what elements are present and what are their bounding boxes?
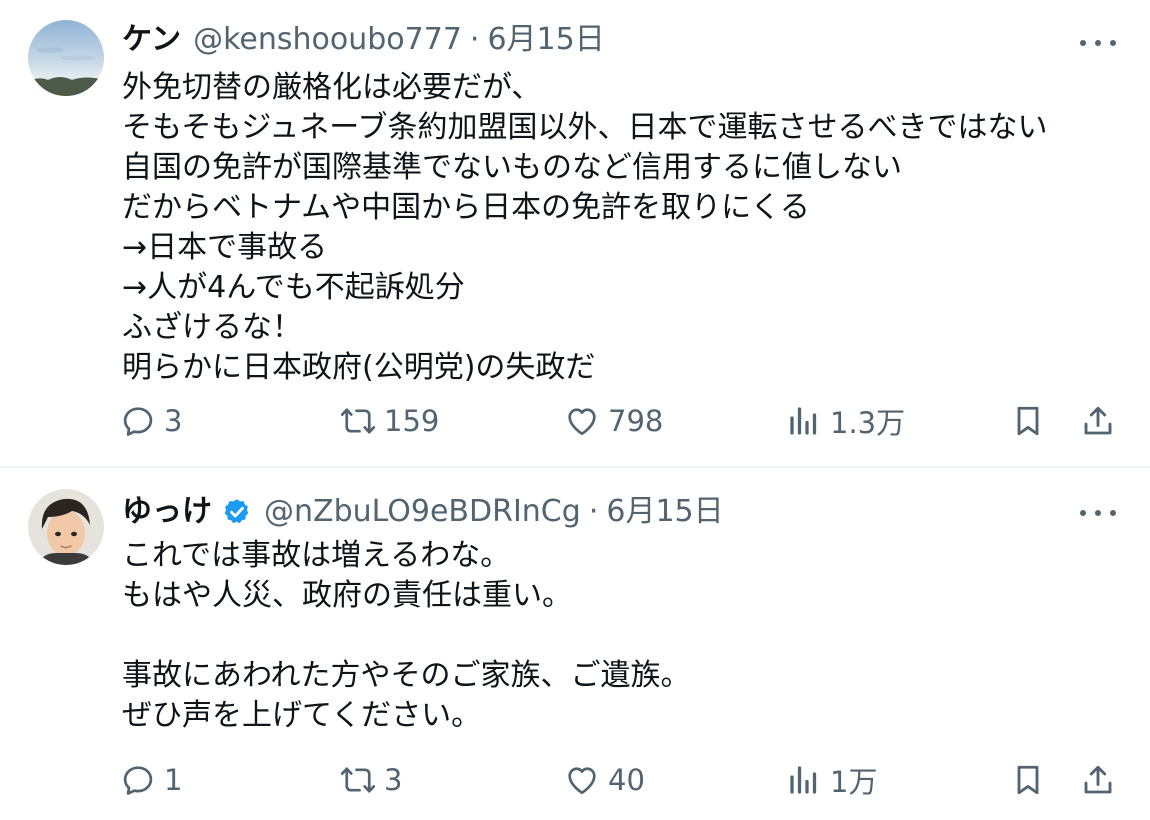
reply-icon — [123, 766, 153, 795]
post-text: これでは事故は増えるわな。 もはや人災、政府の責任は重い。 事故にあわれた方やそ… — [122, 536, 1132, 736]
post-text-line: ぜひ声を上げてください。 — [122, 698, 482, 733]
post-date[interactable]: 6月15日 — [606, 492, 723, 532]
share-button[interactable] — [1080, 399, 1116, 443]
post-text-line: 明らかに日本政府(公明党)の失政だ — [122, 350, 596, 385]
post-text-line: →日本で事故る — [122, 230, 328, 265]
post-text-line: そもそもジュネーブ条約加盟国以外、日本で運転させるべきではない — [122, 110, 1048, 145]
reply-button[interactable]: 1 — [120, 758, 182, 802]
bookmark-button[interactable] — [1010, 758, 1046, 802]
views-button[interactable]: 1.3万 — [786, 399, 905, 443]
action-bar: 3 159 798 1.3万 — [118, 399, 1118, 443]
post-text-line: ふざけるな！ — [122, 310, 302, 345]
share-button[interactable] — [1080, 758, 1116, 802]
post-text: 外免切替の厳格化は必要だが、 そもそもジュネーブ条約加盟国以外、日本で運転させる… — [122, 68, 1132, 388]
post-text-line: もはや人災、政府の責任は重い。 — [122, 578, 572, 613]
reply-icon — [123, 407, 153, 436]
author-name[interactable]: ゆっけ — [122, 492, 212, 532]
views-icon — [790, 407, 817, 435]
view-count: 1.3万 — [830, 406, 906, 440]
like-button[interactable]: 798 — [564, 399, 663, 443]
avatar-portrait-image — [28, 489, 104, 565]
like-button[interactable]: 40 — [564, 758, 645, 802]
post-text-line: 事故にあわれた方やそのご家族、ご遺族。 — [122, 658, 691, 693]
post-text-line: 自国の免許が国際基準でないものなど信用するに値しない — [122, 150, 902, 185]
repost-count: 3 — [384, 763, 403, 797]
repost-count: 159 — [384, 404, 440, 438]
reply-count: 1 — [164, 763, 183, 797]
post-text-line: 外免切替の厳格化は必要だが、 — [122, 70, 542, 105]
bookmark-button[interactable] — [1010, 399, 1046, 443]
views-button[interactable]: 1万 — [786, 758, 877, 802]
reply-button[interactable]: 3 — [120, 399, 182, 443]
verified-badge-icon[interactable] — [222, 497, 252, 527]
post[interactable]: ゆっけ @nZbuLO9eBDRInCg · 6月15日 これでは事故は増えるわ… — [0, 466, 1150, 820]
bookmark-icon — [1017, 765, 1039, 795]
author-name[interactable]: ケン — [122, 20, 181, 60]
action-bar: 1 3 40 1万 — [118, 758, 1118, 802]
author-handle[interactable]: @kenshooubo777 — [193, 20, 462, 60]
post[interactable]: ケン @kenshooubo777 · 6月15日 外免切替の厳格化は必要だが、… — [0, 0, 1150, 466]
separator-dot: · — [588, 494, 599, 529]
repost-icon — [340, 767, 376, 793]
post-text-line: →人が4んでも不起訴処分 — [122, 270, 465, 305]
post-date[interactable]: 6月15日 — [487, 20, 604, 60]
heart-icon — [568, 408, 596, 436]
repost-icon — [340, 408, 376, 434]
heart-icon — [568, 767, 596, 795]
bookmark-icon — [1017, 406, 1039, 436]
like-count: 798 — [608, 404, 664, 438]
repost-button[interactable]: 3 — [340, 758, 402, 802]
reply-count: 3 — [164, 404, 183, 438]
post-text-line: だからベトナムや中国から日本の免許を取りにくる — [122, 190, 810, 225]
post-header: ゆっけ @nZbuLO9eBDRInCg · 6月15日 — [122, 492, 724, 532]
view-count: 1万 — [830, 765, 878, 799]
views-icon — [790, 766, 817, 794]
share-icon — [1084, 406, 1112, 435]
repost-button[interactable]: 159 — [340, 399, 439, 443]
like-count: 40 — [608, 763, 645, 797]
avatar[interactable] — [28, 20, 104, 96]
post-header: ケン @kenshooubo777 · 6月15日 — [122, 20, 605, 60]
more-icon[interactable] — [1080, 28, 1116, 58]
more-icon[interactable] — [1080, 498, 1116, 528]
post-text-line: これでは事故は増えるわな。 — [122, 538, 511, 573]
author-handle[interactable]: @nZbuLO9eBDRInCg — [264, 492, 581, 532]
share-icon — [1084, 765, 1112, 794]
avatar-sky-image — [28, 20, 104, 96]
avatar[interactable] — [28, 489, 104, 565]
separator-dot: · — [469, 22, 480, 57]
post-text-blank-line — [122, 616, 1132, 656]
